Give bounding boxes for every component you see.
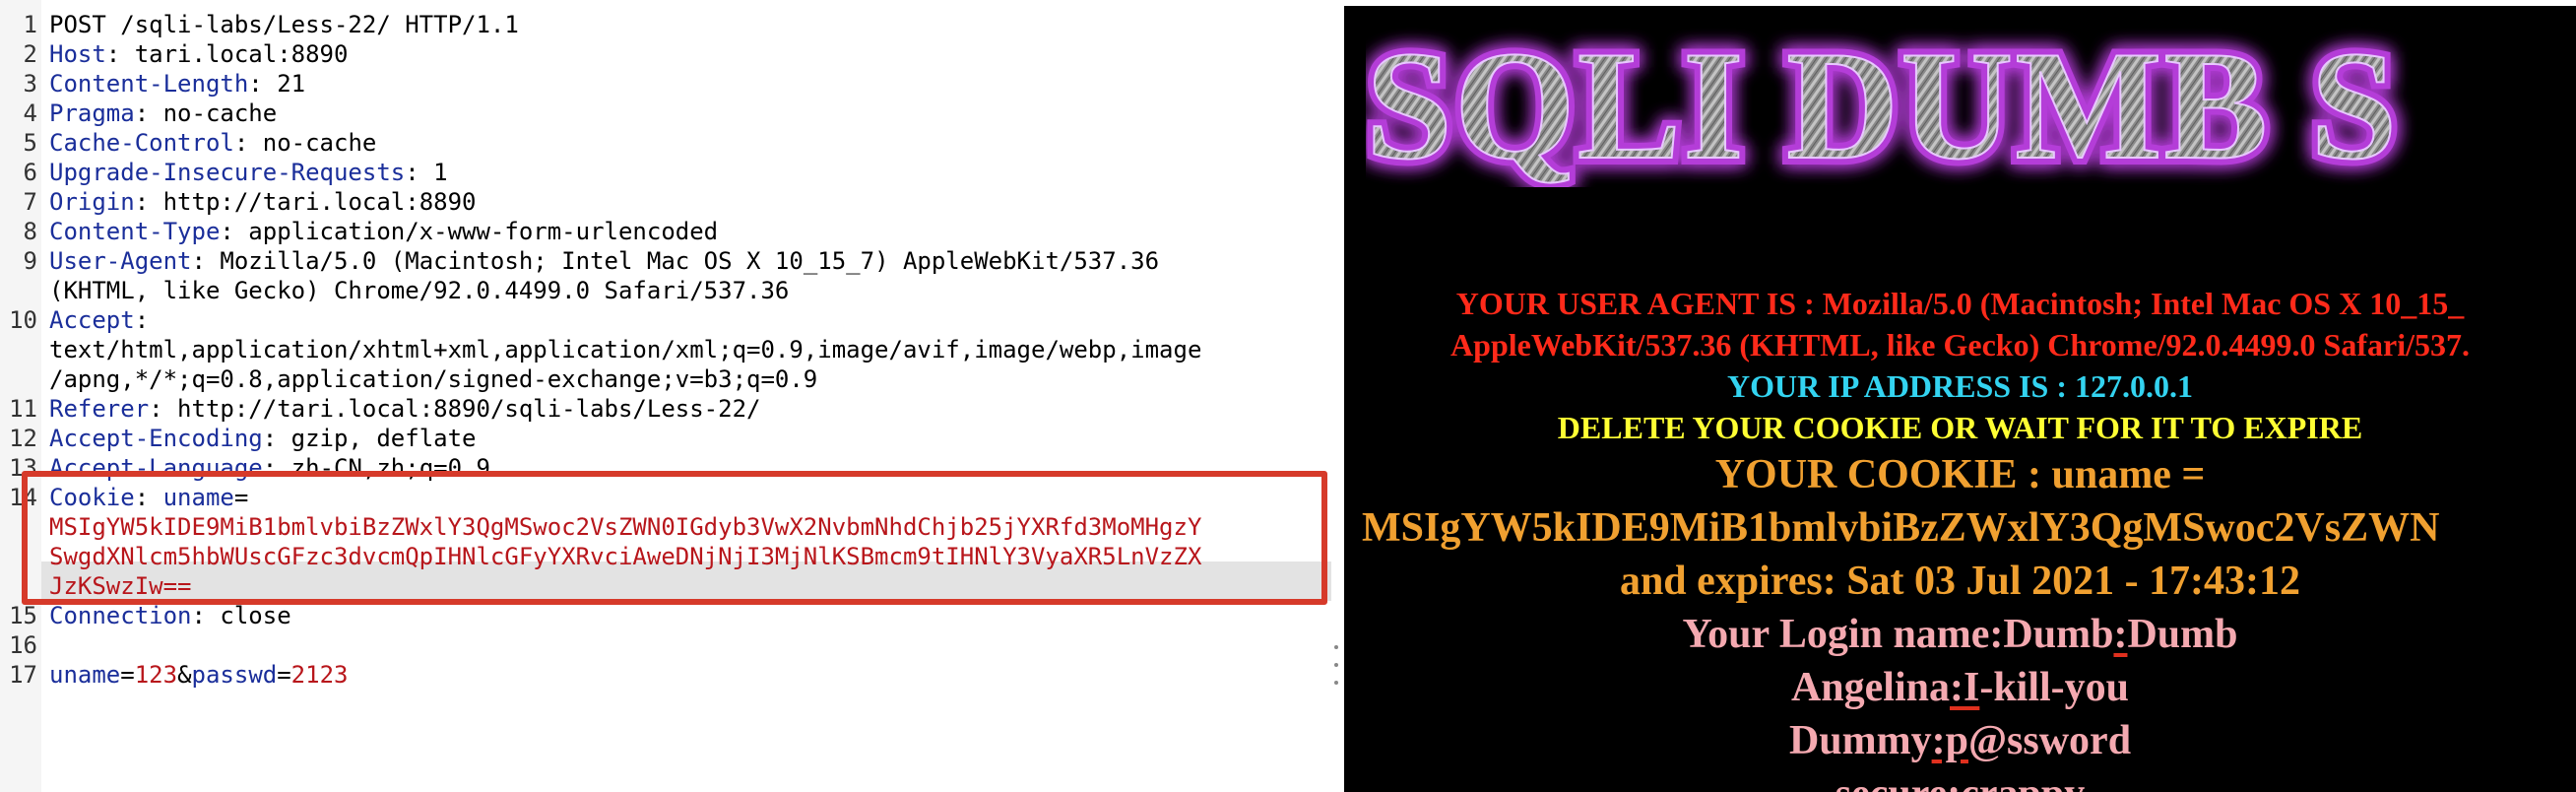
http-request-editor[interactable]: 1 POST /sqli-labs/Less-22/ HTTP/1.1 2 Host:… (0, 0, 1341, 792)
user-agent-line-2: AppleWebKit/537.36 (KHTML, like Gecko) C… (1450, 327, 2470, 363)
header-value: : 21 (248, 70, 306, 98)
header-name: Upgrade-Insecure-Requests (49, 159, 406, 186)
line-number: 12 (9, 425, 37, 452)
line-number: 1 (23, 11, 37, 38)
cookie-value: MSIgYW5kIDE9MiB1bmlvbiBzZWxlY3QgMSwoc2Vs… (1362, 505, 2440, 551)
line-number: 16 (9, 631, 37, 659)
line-content[interactable]: text/html,application/xhtml+xml,applicat… (49, 335, 1201, 364)
line-content[interactable]: Referer: http://tari.local:8890/sqli-lab… (49, 394, 760, 424)
line-number: 5 (23, 129, 37, 157)
header-name: User-Agent (49, 247, 192, 275)
header-name: Cache-Control (49, 129, 234, 157)
line-content[interactable]: Origin: http://tari.local:8890 (49, 187, 476, 217)
header-value: : 1 (405, 159, 448, 186)
header-name: Referer (49, 395, 150, 423)
header-name: Pragma (49, 99, 135, 127)
header-value: : http://tari.local:8890 (134, 188, 477, 216)
header-name: Host (49, 40, 106, 68)
header-name: Accept-Encoding (49, 425, 263, 452)
line-number: 11 (9, 395, 37, 423)
line-content[interactable]: Accept-Encoding: gzip, deflate (49, 424, 477, 453)
header-value: POST /sqli-labs/Less-22/ HTTP/1.1 (49, 11, 519, 38)
header-value: text/html,application/xhtml+xml,applicat… (49, 336, 1202, 363)
line-content[interactable]: Pragma: no-cache (49, 99, 277, 128)
header-value: : tari.local:8890 (105, 40, 349, 68)
header-value: & (177, 661, 192, 689)
user-agent-line-1: YOUR USER AGENT IS : Mozilla/5.0 (Macint… (1455, 286, 2465, 321)
pane-splitter-handle[interactable] (1334, 645, 1340, 685)
cookie-expires: and expires: Sat 03 Jul 2021 - 17:43:12 (1619, 559, 2301, 604)
login-name-row: Your Login name:Dumb:Dumb (1682, 612, 2238, 657)
header-name: Content-Type (49, 218, 221, 245)
line-content[interactable]: Content-Type: application/x-www-form-url… (49, 217, 718, 246)
ip-address-line: YOUR IP ADDRESS IS : 127.0.0.1 (1727, 368, 2193, 404)
line-number: 10 (9, 306, 37, 334)
header-value: : gzip, deflate (262, 425, 477, 452)
line-number: 2 (23, 40, 37, 68)
line-content[interactable]: Connection: close (49, 601, 291, 630)
line-content[interactable]: Host: tari.local:8890 (49, 39, 348, 69)
rendered-response-page: SQLI DUMB S SQLI DUMB S YOUR USER AGENT … (1344, 6, 2576, 792)
cookie-label: YOUR COOKIE : uname = (1714, 452, 2206, 497)
line-number: 3 (23, 70, 37, 98)
header-value: : http://tari.local:8890/sqli-labs/Less-… (149, 395, 761, 423)
header-value: (KHTML, like Gecko) Chrome/92.0.4499.0 S… (49, 277, 790, 304)
line-content[interactable]: Cache-Control: no-cache (49, 128, 376, 158)
line-content[interactable]: Upgrade-Insecure-Requests: 1 (49, 158, 448, 187)
header-name: passwd (191, 661, 278, 689)
header-value: = (120, 661, 135, 689)
header-value: : (134, 306, 150, 334)
line-content[interactable]: POST /sqli-labs/Less-22/ HTTP/1.1 (49, 10, 519, 39)
header-name: Content-Length (49, 70, 249, 98)
param-value: 2123 (290, 661, 349, 689)
line-number: 15 (9, 602, 37, 629)
header-name: uname (49, 661, 121, 689)
sqli-dumb-banner: SQLI DUMB S SQLI DUMB S (1366, 20, 2404, 187)
line-number: 8 (23, 218, 37, 245)
line-content[interactable]: uname=123&passwd=2123 (49, 660, 348, 690)
line-number: 7 (23, 188, 37, 216)
line-content[interactable]: User-Agent: Mozilla/5.0 (Macintosh; Inte… (49, 246, 1159, 276)
credential-row-secure: secure:crappy (1344, 770, 2576, 792)
banner-text: SQLI DUMB S (1366, 20, 2399, 187)
header-value: /apng,*/*;q=0.8,application/signed-excha… (49, 365, 818, 393)
credential-row-angelina: Angelina:I-kill-you (1790, 665, 2130, 710)
header-value: : close (191, 602, 291, 629)
line-number: 9 (23, 247, 37, 275)
header-value: : no-cache (233, 129, 377, 157)
line-content[interactable]: /apng,*/*;q=0.8,application/signed-excha… (49, 364, 817, 394)
line-number: 4 (23, 99, 37, 127)
credential-row-dummy: Dummy:p@ssword (1788, 718, 2132, 763)
header-value: : Mozilla/5.0 (Macintosh; Intel Mac OS X… (191, 247, 1160, 275)
line-content[interactable]: (KHTML, like Gecko) Chrome/92.0.4499.0 S… (49, 276, 789, 305)
param-value: 123 (134, 661, 178, 689)
header-value: = (277, 661, 291, 689)
header-name: Connection (49, 602, 192, 629)
header-name: Origin (49, 188, 135, 216)
cookie-highlight-box (22, 471, 1327, 605)
header-name: Accept (49, 306, 135, 334)
header-value: : application/x-www-form-urlencoded (220, 218, 719, 245)
line-number: 6 (23, 159, 37, 186)
header-value: : no-cache (134, 99, 278, 127)
delete-cookie-line: DELETE YOUR COOKIE OR WAIT FOR IT TO EXP… (1557, 410, 2363, 445)
line-content[interactable]: Content-Length: 21 (49, 69, 305, 99)
line-number: 17 (9, 661, 37, 689)
line-content[interactable]: Accept: (49, 305, 149, 335)
